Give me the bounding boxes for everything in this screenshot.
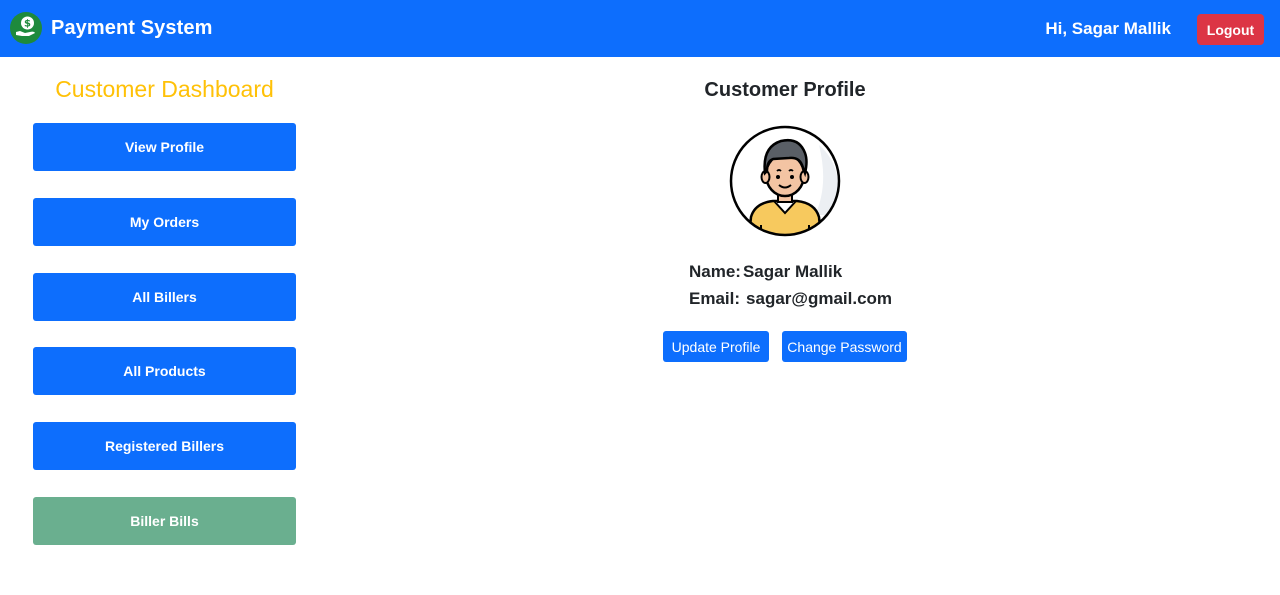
registered-billers-button[interactable]: Registered Billers xyxy=(33,422,296,470)
all-products-button[interactable]: All Products xyxy=(33,347,296,395)
biller-bills-button[interactable]: Biller Bills xyxy=(33,497,296,545)
user-greeting: Hi, Sagar Mallik xyxy=(1045,19,1171,38)
user-avatar-icon xyxy=(729,125,841,237)
name-label: Name: xyxy=(689,262,741,281)
view-profile-button[interactable]: View Profile xyxy=(33,123,296,171)
svg-text:$: $ xyxy=(24,19,31,30)
profile-name-row: Name: Sagar Mallik xyxy=(689,262,842,282)
brand-title: Payment System xyxy=(51,16,213,39)
my-orders-button[interactable]: My Orders xyxy=(33,198,296,246)
profile-email-row: Email: sagar@gmail.com xyxy=(689,289,892,309)
sidebar-title: Customer Dashboard xyxy=(55,76,274,102)
update-profile-button[interactable]: Update Profile xyxy=(663,331,769,362)
logout-button[interactable]: Logout xyxy=(1197,14,1264,45)
email-value: sagar@gmail.com xyxy=(746,289,893,308)
all-billers-button[interactable]: All Billers xyxy=(33,273,296,321)
email-label: Email: xyxy=(689,289,741,308)
change-password-button[interactable]: Change Password xyxy=(782,331,907,362)
name-value: Sagar Mallik xyxy=(742,262,843,281)
money-hand-logo-icon: $ xyxy=(10,12,42,44)
top-navbar: $ Payment System Hi, Sagar Mallik Logout xyxy=(0,0,1280,57)
profile-title: Customer Profile xyxy=(704,79,866,101)
brand[interactable]: $ Payment System xyxy=(10,12,212,44)
